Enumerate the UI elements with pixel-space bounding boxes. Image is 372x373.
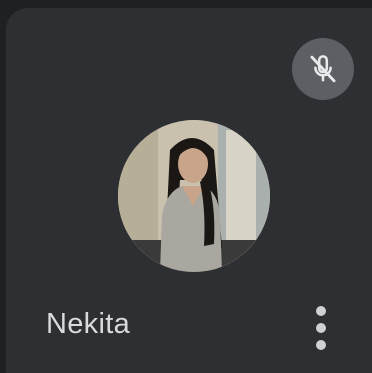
mic-off-icon xyxy=(310,55,336,83)
avatar-photo xyxy=(118,120,270,272)
avatar xyxy=(118,120,270,272)
more-options-button[interactable] xyxy=(306,298,336,358)
mic-muted-indicator xyxy=(292,38,354,100)
participant-name: Nekita xyxy=(46,308,130,340)
participant-tile[interactable]: Nekita xyxy=(6,8,372,373)
more-vert-icon xyxy=(316,306,326,316)
